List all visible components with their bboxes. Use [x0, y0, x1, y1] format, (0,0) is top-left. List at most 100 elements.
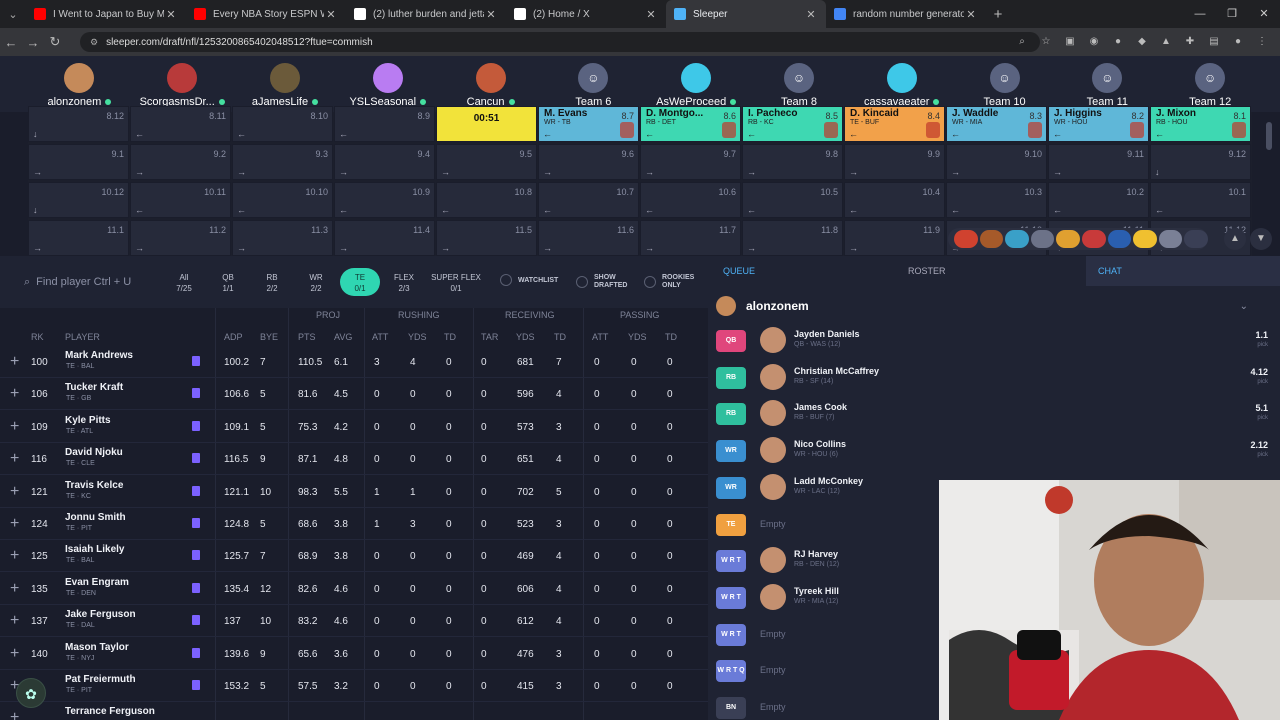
player-name[interactable]: Jonnu Smith — [65, 512, 126, 523]
position-filter-qb[interactable]: QB 1/1 — [208, 268, 248, 296]
roster-slot[interactable]: RB Christian McCaffrey RB - SF (14) 4.12 pic… — [716, 363, 1276, 393]
header-rush-att[interactable]: ATT — [372, 332, 388, 342]
pick-cell[interactable]: 10.8 ← — [436, 182, 537, 218]
player-name[interactable]: Travis Kelce — [65, 480, 123, 491]
bookmark-star-icon[interactable]: ☆ — [1036, 32, 1056, 52]
add-to-queue-icon[interactable]: + — [10, 418, 19, 436]
player-news-icon[interactable] — [192, 388, 200, 399]
player-name[interactable]: Mark Andrews — [65, 350, 133, 361]
pick-cell[interactable]: 11.9 → — [844, 220, 945, 256]
close-tab-icon[interactable]: ✕ — [164, 8, 178, 21]
zoom-icon[interactable]: ⌕ — [1012, 32, 1032, 52]
watchlist-toggle[interactable]: WATCHLIST — [500, 274, 558, 286]
profile-avatar-icon[interactable]: ● — [1228, 32, 1248, 52]
pick-cell[interactable]: 9.2 → — [130, 144, 231, 180]
tab-roster[interactable]: ROSTER — [908, 256, 946, 286]
header-rec-yds[interactable]: YDS — [516, 332, 535, 342]
sidebar-icon[interactable]: ▤ — [1204, 32, 1224, 52]
player-name[interactable]: David Njoku — [65, 447, 123, 458]
player-news-icon[interactable] — [192, 485, 200, 496]
reaction-icon[interactable] — [1184, 230, 1208, 248]
player-name[interactable]: Isaiah Likely — [65, 544, 124, 555]
browser-tab[interactable]: random number generator - Go...✕ — [826, 0, 986, 28]
header-rk[interactable]: RK — [31, 332, 44, 342]
header-rush-yds[interactable]: YDS — [408, 332, 427, 342]
player-name[interactable]: Evan Engram — [65, 577, 129, 588]
pick-cell[interactable]: 10.7 ← — [538, 182, 639, 218]
pick-cell[interactable]: 8.11 ← — [130, 106, 231, 142]
team-column[interactable]: ☺ Team 8 — [748, 56, 851, 112]
player-name[interactable]: Tucker Kraft — [65, 382, 123, 393]
team-column[interactable]: YSLSeasonal — [336, 56, 439, 112]
tab-queue[interactable]: QUEUE — [723, 256, 755, 286]
close-tab-icon[interactable]: ✕ — [324, 8, 338, 21]
team-column[interactable]: ☺ Team 10 — [953, 56, 1056, 112]
reaction-icon[interactable] — [1133, 230, 1157, 248]
pick-cell[interactable]: 11.7 → — [640, 220, 741, 256]
pick-cell[interactable]: 10.11 ← — [130, 182, 231, 218]
pick-cell[interactable]: 9.4 → — [334, 144, 435, 180]
player-row[interactable]: + Tucker Kraft TE · GB 106 106.6 5 81.6 4.5 0 0 0 0… — [0, 378, 708, 411]
team-column[interactable]: Cancun — [439, 56, 542, 112]
add-to-queue-icon[interactable]: + — [10, 612, 19, 630]
position-filter-wr[interactable]: WR 2/2 — [296, 268, 336, 296]
browser-tab[interactable]: I Went to Japan to Buy My Ro...✕ — [26, 0, 186, 28]
header-pass-td[interactable]: TD — [665, 332, 677, 342]
player-row[interactable]: + Travis Kelce TE · KC 121 121.1 10 98.3 5.5 1 1 0… — [0, 476, 708, 508]
player-row[interactable]: + Jake Ferguson TE · DAL 137 137 10 83.2 4.6 0 0 0… — [0, 605, 708, 638]
add-to-queue-icon[interactable]: + — [10, 385, 19, 403]
player-search[interactable]: ⌕ Find player Ctrl + U — [24, 270, 144, 294]
pick-cell[interactable]: 9.5 → — [436, 144, 537, 180]
header-rec-td[interactable]: TD — [554, 332, 566, 342]
pick-cell[interactable]: 8.12 ↓ — [28, 106, 129, 142]
reaction-icon[interactable] — [1030, 230, 1055, 248]
rookies-only-toggle[interactable]: ROOKIES ONLY — [644, 274, 704, 290]
back-icon[interactable]: ← — [0, 35, 22, 50]
position-filter-rb[interactable]: RB 2/2 — [252, 268, 292, 296]
browser-tab[interactable]: Every NBA Story ESPN Was Too ...✕ — [186, 0, 346, 28]
player-news-icon[interactable] — [192, 420, 200, 431]
header-avg[interactable]: AVG — [334, 332, 352, 342]
player-name[interactable]: Terrance Ferguson — [65, 706, 155, 717]
player-news-icon[interactable] — [192, 615, 200, 626]
extension-icon[interactable]: ◉ — [1084, 32, 1104, 52]
browser-tab[interactable]: Sleeper ✕ — [666, 0, 826, 28]
team-column[interactable]: ☺ Team 12 — [1159, 56, 1262, 112]
team-column[interactable]: alonzonem — [28, 56, 131, 112]
close-tab-icon[interactable]: ✕ — [964, 8, 978, 21]
site-info-icon[interactable]: ⚙ — [90, 37, 98, 48]
position-filter-te[interactable]: TE 0/1 — [340, 268, 380, 296]
header-pass-att[interactable]: ATT — [592, 332, 608, 342]
pick-cell[interactable]: 10.10 ← — [232, 182, 333, 218]
reaction-icon[interactable] — [1081, 230, 1106, 248]
add-to-queue-icon[interactable]: + — [10, 709, 19, 720]
player-name[interactable]: Mason Taylor — [65, 642, 129, 653]
pick-cell[interactable]: 11.2 → — [130, 220, 231, 256]
pick-cell[interactable]: 9.11 → — [1048, 144, 1149, 180]
player-news-icon[interactable] — [192, 680, 200, 690]
pick-cell[interactable]: 9.8 → — [742, 144, 843, 180]
reaction-icon[interactable] — [1158, 230, 1183, 248]
player-row[interactable]: + Terrance Ferguson — [0, 702, 708, 720]
player-row[interactable]: + Jonnu Smith TE · PIT 124 124.8 5 68.6 3.8 1 3 0 0… — [0, 508, 708, 540]
team-column[interactable]: ScorgasmsDr... — [131, 56, 234, 112]
pick-cell[interactable]: 8.10 ← — [232, 106, 333, 142]
close-tab-icon[interactable]: ✕ — [644, 8, 658, 21]
pick-cell[interactable]: D. Montgo... RB - DET 8.6 ← — [640, 106, 741, 142]
player-news-icon[interactable] — [192, 582, 200, 593]
reload-icon[interactable]: ↻ — [44, 34, 66, 50]
reaction-icon[interactable] — [1107, 230, 1132, 248]
forward-icon[interactable]: → — [22, 35, 44, 50]
header-tar[interactable]: TAR — [481, 332, 498, 342]
add-to-queue-icon[interactable]: + — [10, 515, 19, 533]
add-to-queue-icon[interactable]: + — [10, 645, 19, 663]
add-to-queue-icon[interactable]: + — [10, 483, 19, 501]
player-row[interactable]: + Mason Taylor TE · NYJ 140 139.6 9 65.6 3.6 0 0 0… — [0, 638, 708, 670]
team-column[interactable]: ☺ Team 11 — [1056, 56, 1159, 112]
browser-tab[interactable]: (2) luther burden and jettas - Se...✕ — [346, 0, 506, 28]
player-news-icon[interactable] — [192, 518, 200, 528]
pick-cell[interactable]: 10.12 ↓ — [28, 182, 129, 218]
pick-cell[interactable]: 9.7 → — [640, 144, 741, 180]
add-to-queue-icon[interactable]: + — [10, 580, 19, 598]
header-adp[interactable]: ADP — [224, 332, 243, 342]
